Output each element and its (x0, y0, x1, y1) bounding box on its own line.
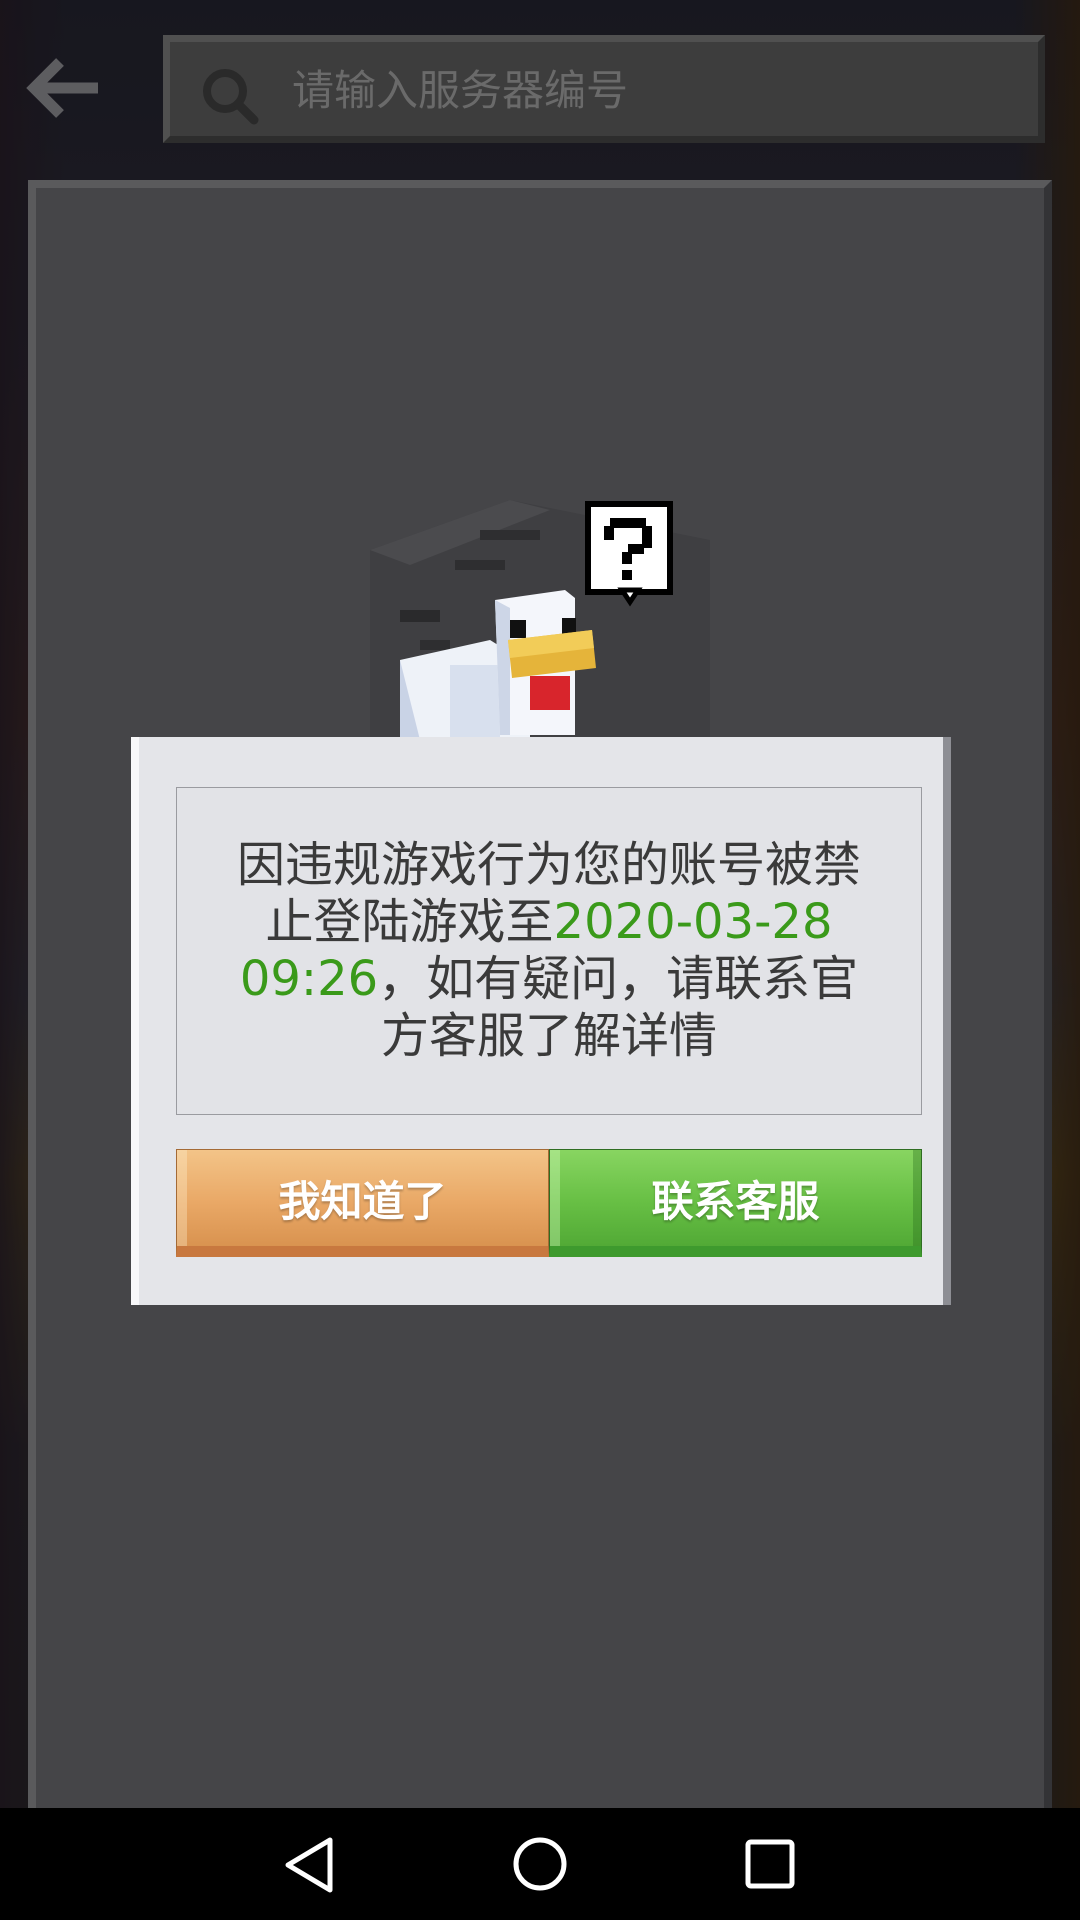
ban-message-box: 因违规游戏行为您的账号被禁止登陆游戏至2020-03-28 09:26，如有疑问… (176, 787, 922, 1115)
triangle-back-icon (285, 1837, 333, 1893)
ban-message-text-end: ，如有疑问，请联系官方客服了解详情 (378, 951, 859, 1064)
square-recents-icon (745, 1839, 795, 1889)
server-number-input[interactable] (290, 42, 1014, 138)
confused-chicken-question-icon (360, 490, 720, 740)
search-icon (203, 69, 259, 125)
ban-message: 因违规游戏行为您的账号被禁止登陆游戏至2020-03-28 09:26，如有疑问… (223, 837, 875, 1065)
ok-button[interactable]: 我知道了 (176, 1149, 549, 1257)
arrow-left-icon (26, 58, 98, 118)
ban-notice-dialog: 因违规游戏行为您的账号被禁止登陆游戏至2020-03-28 09:26，如有疑问… (131, 737, 951, 1305)
nav-back-button[interactable] (270, 1828, 350, 1900)
nav-recents-button[interactable] (730, 1828, 810, 1900)
system-navigation-bar (0, 1808, 1080, 1920)
nav-home-button[interactable] (500, 1828, 580, 1900)
contact-support-button[interactable]: 联系客服 (549, 1149, 922, 1257)
circle-home-icon (513, 1837, 567, 1891)
back-button[interactable] (26, 58, 102, 118)
search-box[interactable] (163, 35, 1045, 143)
